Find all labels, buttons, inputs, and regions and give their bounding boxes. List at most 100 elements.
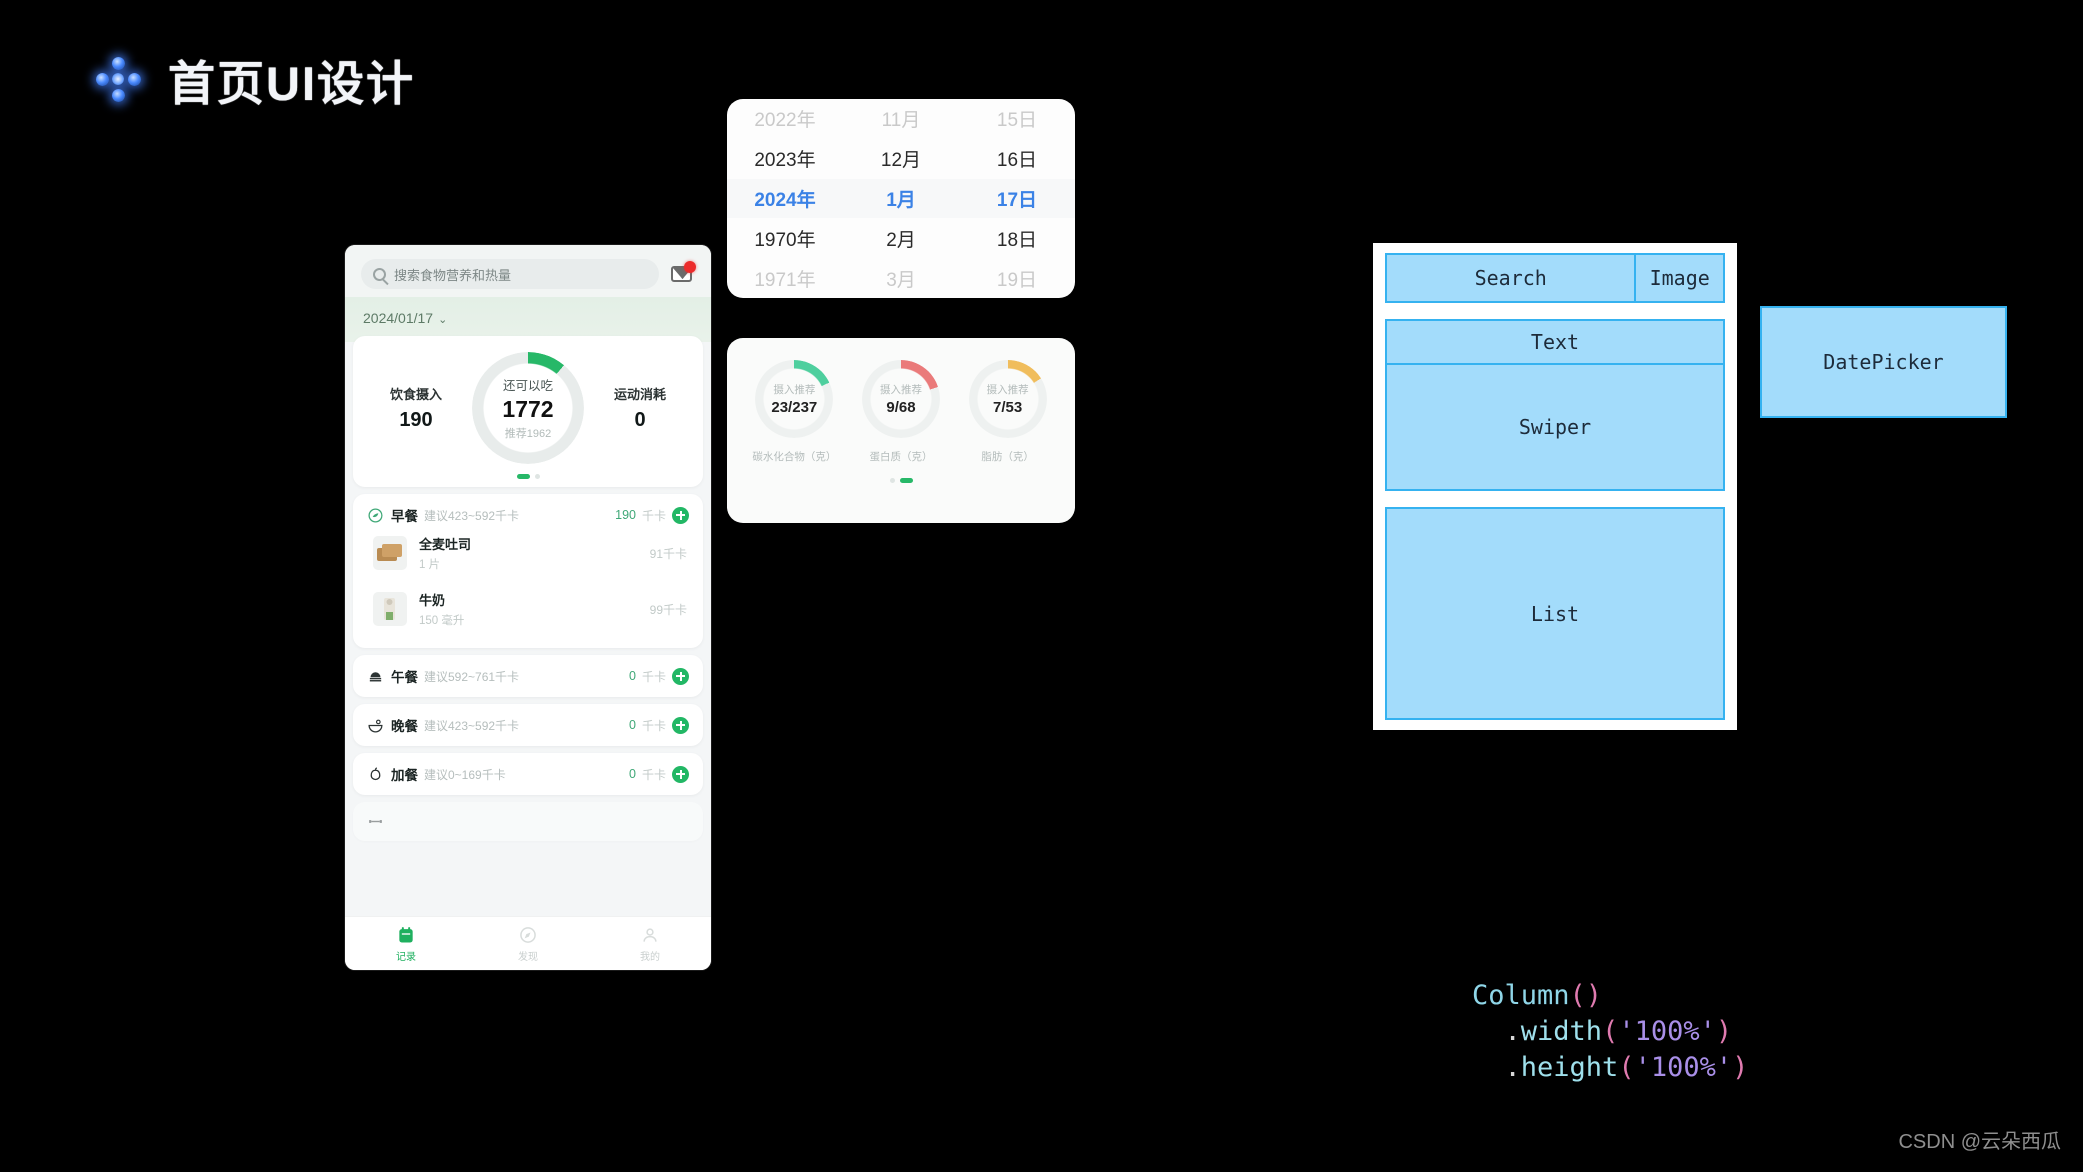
year-cell[interactable]: 2024年: [727, 185, 843, 212]
calorie-ring: 还可以吃 1772 推荐1962: [472, 352, 584, 464]
datepicker-row-selected[interactable]: 2024年 1月 17日: [727, 178, 1075, 219]
wireframe-list-block[interactable]: List: [1385, 507, 1725, 720]
watermark: CSDN @云朵西瓜: [1898, 1131, 2061, 1153]
mail-icon[interactable]: [669, 261, 696, 285]
food-name: 牛奶: [419, 593, 446, 608]
meal-kcal: 0: [629, 767, 636, 781]
list-item[interactable]: 全麦吐司 1 片 91千卡: [367, 525, 689, 581]
meal-row[interactable]: 晚餐 建议423~592千卡 0 千卡: [353, 704, 703, 746]
wireframe-datepicker-block[interactable]: DatePicker: [1760, 306, 2007, 418]
add-food-button[interactable]: [672, 506, 689, 524]
food-kcal: 99千卡: [649, 602, 687, 617]
ring-sub: 推荐1962: [504, 428, 552, 440]
code-method: height: [1520, 1052, 1619, 1083]
meal-name: 晚餐: [391, 719, 418, 734]
lunch-icon: [369, 671, 382, 681]
profile-icon: [643, 927, 657, 942]
wireframe-image-block[interactable]: Image: [1634, 253, 1725, 303]
ring-value: 1772: [502, 396, 554, 422]
day-cell[interactable]: 15日: [959, 105, 1075, 132]
year-cell[interactable]: 1970年: [727, 225, 843, 252]
month-cell[interactable]: 3月: [843, 265, 959, 292]
bottom-tabbar: 记录 发现 我的: [345, 916, 711, 970]
code-dot: .: [1504, 1016, 1521, 1047]
wireframe-header-row: Search Image: [1385, 253, 1725, 303]
toast-thumb: [373, 536, 407, 570]
date-value: 2024/01/17: [363, 310, 434, 326]
year-cell[interactable]: 2023年: [727, 145, 843, 172]
snack-icon: [370, 767, 381, 780]
month-cell[interactable]: 2月: [843, 225, 959, 252]
wireframe-text-block[interactable]: Text: [1387, 321, 1723, 365]
nutrition-name: 碳水化合物（克）: [752, 451, 837, 463]
list-item[interactable]: 牛奶 150 毫升 99千卡: [367, 581, 689, 637]
carousel-dots[interactable]: [363, 474, 693, 479]
meal-suggestion: 建议0~169千卡: [424, 767, 506, 782]
meal-kcal: 190: [615, 508, 636, 522]
year-cell[interactable]: 2022年: [727, 105, 843, 132]
month-cell[interactable]: 1月: [843, 185, 959, 212]
year-cell[interactable]: 1971年: [727, 265, 843, 292]
meal-name: 早餐: [391, 509, 418, 524]
nutrition-ring: 摄入推荐 9/68: [861, 360, 940, 438]
nutrition-item: 摄入推荐 9/68 蛋白质（克）: [853, 360, 949, 464]
milk-thumb: [373, 592, 407, 626]
nutrition-ring-label: 摄入推荐: [773, 384, 816, 396]
code-parens: (): [1569, 980, 1603, 1011]
intake-stat: 饮食摄入 190: [377, 384, 455, 432]
tab-discover[interactable]: 发现: [467, 925, 589, 963]
notification-badge: [684, 261, 696, 273]
add-food-button[interactable]: [672, 667, 689, 685]
code-identifier: Column: [1472, 980, 1570, 1011]
slide-canvas: 首页UI设计 搜索食物营养和热量 2024/01/17 ⌄ 饮食摄入 190 还…: [0, 0, 2083, 1172]
day-cell[interactable]: 16日: [959, 145, 1075, 172]
code-close-paren: ): [1732, 1052, 1749, 1083]
meal-kcal: 0: [629, 718, 636, 732]
datepicker-row[interactable]: 2022年 11月 15日: [727, 99, 1075, 139]
meal-unit: 千卡: [641, 718, 666, 733]
code-open-paren: (: [1618, 1052, 1635, 1083]
wireframe-search-block[interactable]: Search: [1385, 253, 1635, 303]
tab-label: 发现: [518, 951, 538, 963]
burn-stat: 运动消耗 0: [601, 384, 679, 432]
code-string: '100%': [1618, 1016, 1716, 1047]
wireframe-swiper-block[interactable]: Swiper: [1387, 365, 1723, 489]
meal-unit: 千卡: [641, 669, 666, 684]
datepicker-card[interactable]: 2022年 11月 15日 2023年 12月 16日 2024年 1月 17日…: [727, 99, 1075, 298]
datepicker-row[interactable]: 1970年 2月 18日: [727, 218, 1075, 258]
add-food-button[interactable]: [672, 765, 689, 783]
search-placeholder: 搜索食物营养和热量: [394, 267, 512, 283]
carousel-dots[interactable]: [741, 478, 1061, 483]
meal-kcal: 0: [629, 669, 636, 683]
ring-label: 还可以吃: [502, 379, 553, 393]
month-cell[interactable]: 11月: [843, 105, 959, 132]
month-cell[interactable]: 12月: [843, 145, 959, 172]
nutrition-card: 摄入推荐 23/237 碳水化合物（克） 摄入推荐 9/68 蛋白质（克） 摄入…: [727, 338, 1075, 523]
code-dot: .: [1504, 1052, 1521, 1083]
nutrition-item: 摄入推荐 7/53 脂肪（克）: [960, 360, 1056, 464]
datepicker-row[interactable]: 2023年 12月 16日: [727, 139, 1075, 179]
meal-suggestion: 建议592~761千卡: [424, 669, 520, 684]
food-qty: 150 毫升: [419, 615, 465, 627]
meal-row[interactable]: 早餐 建议423~592千卡 190 千卡 全麦吐司 1 片 91千卡 牛奶 1…: [353, 494, 703, 648]
meal-row[interactable]: 午餐 建议592~761千卡 0 千卡: [353, 655, 703, 697]
code-close-paren: ): [1715, 1016, 1733, 1047]
nutrition-value: 7/53: [993, 399, 1023, 416]
meal-row[interactable]: 加餐 建议0~169千卡 0 千卡: [353, 753, 703, 795]
phone-mockup: 搜索食物营养和热量 2024/01/17 ⌄ 饮食摄入 190 还可以吃 177…: [345, 245, 711, 970]
meal-name: 加餐: [391, 768, 418, 783]
nutrition-value: 9/68: [886, 399, 916, 416]
day-cell[interactable]: 18日: [959, 225, 1075, 252]
food-qty: 1 片: [419, 559, 441, 571]
datepicker-row[interactable]: 1971年 3月 19日: [727, 258, 1075, 298]
tab-profile[interactable]: 我的: [589, 925, 711, 963]
day-cell[interactable]: 17日: [959, 185, 1075, 212]
meal-name: 午餐: [391, 670, 418, 685]
day-cell[interactable]: 19日: [959, 265, 1075, 292]
discover-icon: [520, 926, 536, 943]
add-food-button[interactable]: [672, 716, 689, 734]
search-input[interactable]: 搜索食物营养和热量: [361, 259, 659, 289]
meal-row-partial[interactable]: [353, 802, 703, 841]
nutrition-ring: 摄入推荐 7/53: [968, 360, 1047, 438]
tab-record[interactable]: 记录: [345, 925, 467, 963]
